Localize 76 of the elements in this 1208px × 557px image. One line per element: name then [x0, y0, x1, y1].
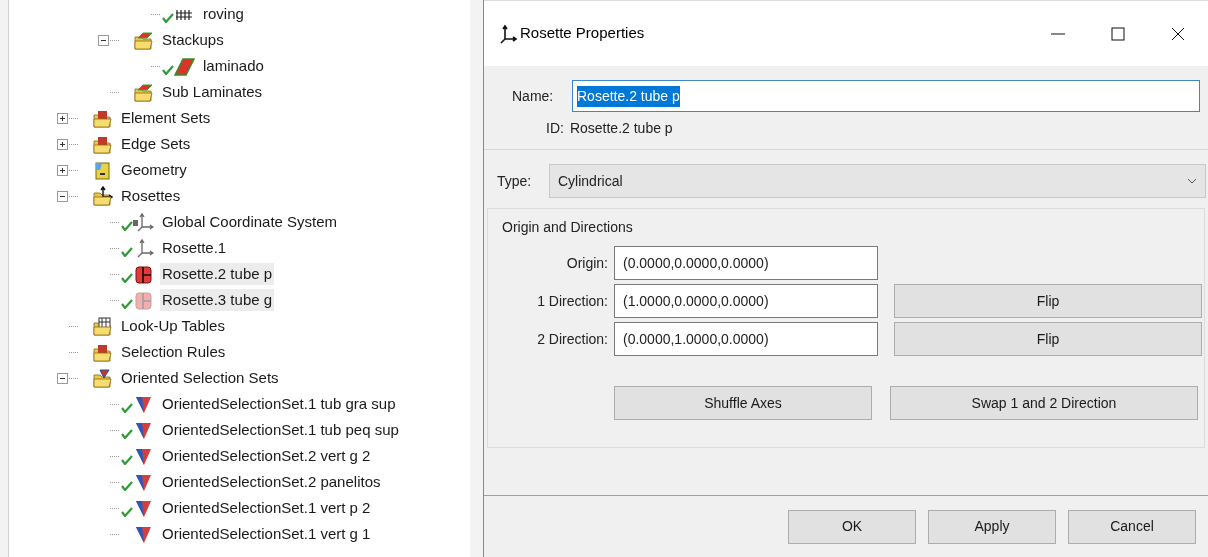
- check-icon: [121, 299, 133, 309]
- tree-item[interactable]: OrientedSelectionSet.1 vert p 2: [160, 496, 373, 520]
- check-icon: [162, 13, 174, 23]
- expand-toggle[interactable]: [57, 138, 68, 150]
- tree-item[interactable]: OrientedSelectionSet.1 tub gra sup: [160, 392, 398, 416]
- tree-item[interactable]: Rosettes: [119, 184, 183, 208]
- plus-icon: [59, 166, 66, 174]
- cabinet-icon: [92, 159, 113, 181]
- field-label: 2 Direction:: [536, 329, 608, 349]
- plate-icon: [174, 55, 195, 77]
- tree-item[interactable]: Edge Sets: [119, 132, 193, 156]
- dialog-button[interactable]: Flip: [894, 284, 1202, 318]
- field-label: 1 Direction:: [536, 291, 608, 311]
- field-label: Name:: [512, 86, 555, 106]
- folder-icon: [92, 185, 113, 207]
- coordinate-field[interactable]: (0.0000,1.0000,0.0000): [614, 322, 878, 356]
- collapse-toggle[interactable]: [57, 372, 68, 384]
- cylinder-icon: [133, 289, 154, 311]
- dialog-button[interactable]: Apply: [928, 509, 1056, 544]
- cylinder-icon: [133, 263, 154, 285]
- check-icon: [121, 247, 133, 257]
- dialog-button[interactable]: Shuffle Axes: [614, 386, 872, 420]
- window-title: Rosette Properties: [520, 23, 645, 44]
- folder-icon: [92, 367, 113, 389]
- field-label: Origin:: [565, 253, 608, 273]
- tree-item[interactable]: Stackups: [160, 28, 226, 52]
- expand-toggle[interactable]: [57, 112, 68, 124]
- tree-item[interactable]: Selection Rules: [119, 340, 228, 364]
- field-label: ID:: [546, 119, 564, 138]
- name-field[interactable]: Rosette.2 tube p: [572, 80, 1200, 112]
- check-icon: [121, 403, 133, 413]
- check-icon: [121, 221, 133, 231]
- folder-icon: [92, 315, 113, 337]
- tree-item[interactable]: Rosette.3 tube g: [160, 288, 275, 312]
- check-icon: [121, 273, 133, 283]
- tree-item[interactable]: Global Coordinate System: [160, 210, 340, 234]
- expand-toggle[interactable]: [57, 164, 68, 176]
- chevron-icon: [1187, 178, 1197, 184]
- tree-item[interactable]: Oriented Selection Sets: [119, 366, 281, 390]
- check-icon: [121, 481, 133, 491]
- group-title: Origin and Directions: [502, 218, 634, 237]
- coordinate-field[interactable]: (0.0000,0.0000,0.0000): [614, 246, 878, 280]
- tree-item[interactable]: Look-Up Tables: [119, 314, 227, 338]
- dialog-button[interactable]: Cancel: [1068, 509, 1196, 544]
- plus-icon: [59, 114, 66, 122]
- tree-item[interactable]: OrientedSelectionSet.2 vert g 2: [160, 444, 373, 468]
- folder-icon: [133, 81, 154, 103]
- type-select[interactable]: Cylindrical: [549, 164, 1206, 198]
- id-value: Rosette.2 tube p: [569, 119, 673, 138]
- dialog-button[interactable]: Swap 1 and 2 Direction: [890, 386, 1198, 420]
- tree-item[interactable]: laminado: [201, 54, 266, 78]
- check-icon: [121, 429, 133, 439]
- tree-item[interactable]: OrientedSelectionSet.2 panelitos: [160, 470, 383, 494]
- dialog-button[interactable]: Flip: [894, 322, 1202, 356]
- collapse-toggle[interactable]: [57, 190, 68, 202]
- tree-item[interactable]: OrientedSelectionSet.1 tub peq sup: [160, 418, 401, 442]
- minimize-icon: [1051, 32, 1065, 35]
- tree-item[interactable]: Geometry: [119, 158, 189, 182]
- tree-item[interactable]: roving: [201, 2, 246, 26]
- coordinate-field[interactable]: (1.0000,0.0000,0.0000): [614, 284, 878, 318]
- tree-item[interactable]: Sub Laminates: [160, 80, 265, 104]
- plus-icon: [59, 140, 66, 148]
- maximize-icon: [1111, 26, 1125, 41]
- dialog-button[interactable]: OK: [788, 509, 916, 544]
- tree-item[interactable]: Rosette.2 tube p: [160, 262, 275, 286]
- tree-item[interactable]: Rosette.1: [160, 236, 229, 260]
- folder-icon: [133, 29, 154, 51]
- close-icon: [1171, 26, 1185, 41]
- check-icon: [121, 455, 133, 465]
- tree-item[interactable]: Element Sets: [119, 106, 213, 130]
- collapse-toggle[interactable]: [98, 34, 109, 46]
- locked-axes-icon: [133, 211, 154, 233]
- field-label: Type:: [497, 171, 533, 191]
- check-icon: [121, 507, 133, 517]
- tree-item[interactable]: OrientedSelectionSet.1 vert g 1: [160, 522, 373, 546]
- check-icon: [162, 65, 174, 75]
